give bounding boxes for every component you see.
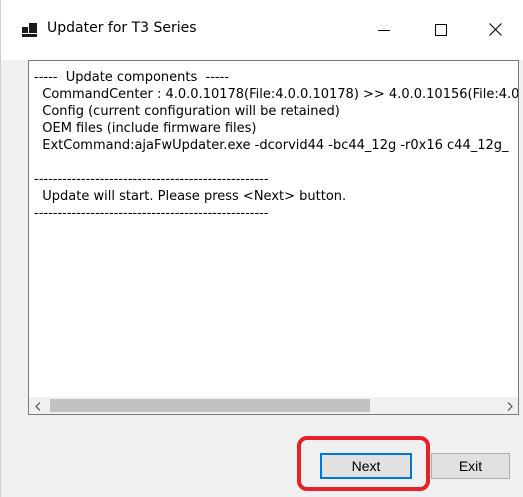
scroll-right-button[interactable] [501, 397, 518, 414]
log-line: CommandCenter : 4.0.0.10178(File:4.0.0.1… [34, 87, 518, 102]
log-line: ----------------------------------------… [34, 206, 269, 221]
minimize-icon [378, 21, 390, 40]
minimize-button[interactable] [356, 0, 412, 60]
close-button[interactable] [467, 0, 523, 60]
exit-button[interactable]: Exit [431, 453, 510, 479]
maximize-button[interactable] [413, 0, 469, 60]
close-icon [488, 21, 502, 40]
window-title: Updater for T3 Series [47, 20, 197, 36]
log-line: OEM files (include firmware files) [34, 121, 257, 136]
log-line: ----- Update components ----- [34, 70, 229, 85]
scroll-left-button[interactable] [29, 397, 46, 414]
chevron-left-icon [34, 396, 42, 414]
update-log-content: ----- Update components ----- CommandCen… [34, 69, 518, 222]
update-log-textbox[interactable]: ----- Update components ----- CommandCen… [28, 60, 519, 415]
log-line: Update will start. Please press <Next> b… [34, 189, 347, 204]
updater-window: Updater for T3 Series ----- Update compo… [0, 0, 523, 497]
log-line: ----------------------------------------… [34, 172, 269, 187]
chevron-right-icon [506, 396, 514, 414]
log-line: Config (current configuration will be re… [34, 104, 340, 119]
horizontal-scroll-thumb[interactable] [50, 399, 370, 412]
app-window-icon [22, 22, 38, 38]
next-button[interactable]: Next [320, 453, 412, 479]
horizontal-scrollbar[interactable] [29, 397, 518, 414]
log-line: ExtCommand:ajaFwUpdater.exe -dcorvid44 -… [34, 138, 509, 153]
maximize-icon [435, 21, 447, 40]
title-bar[interactable]: Updater for T3 Series [1, 0, 523, 60]
